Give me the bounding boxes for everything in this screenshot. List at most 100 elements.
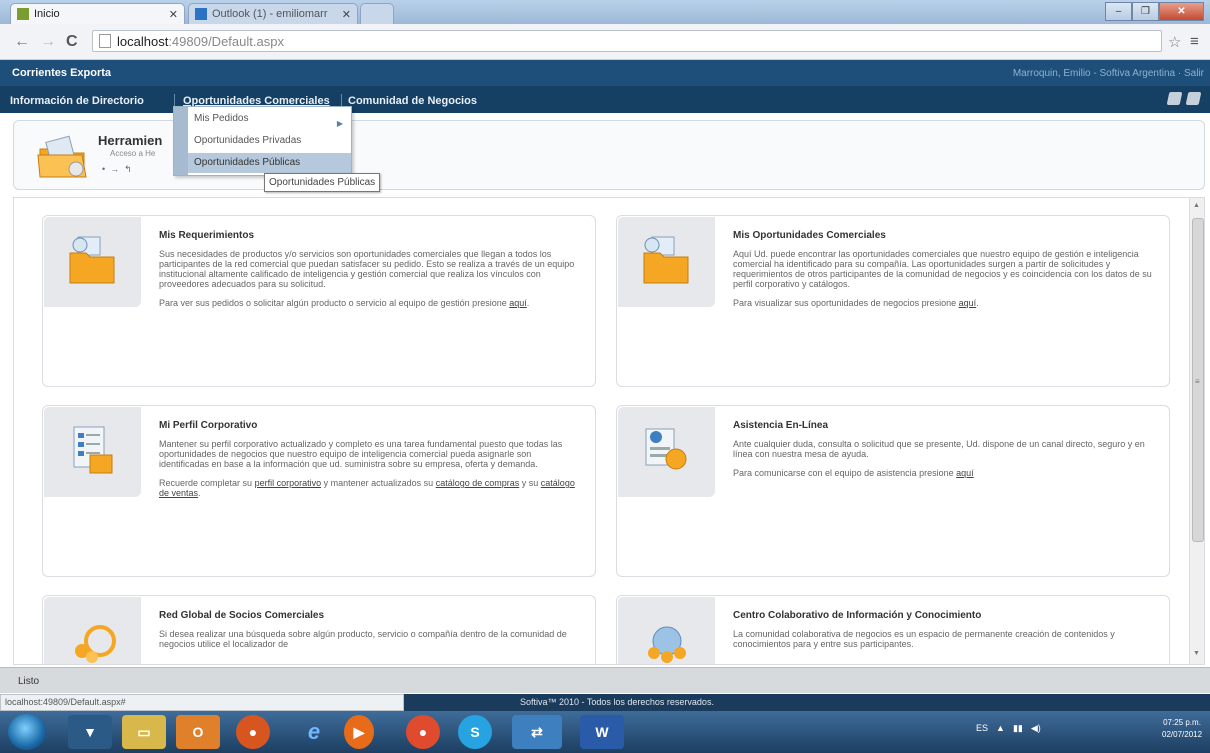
- network-app-icon[interactable]: ⇄: [512, 715, 562, 749]
- card-text: Si desea realizar una búsqueda sobre alg…: [159, 629, 579, 658]
- global-network-icon: [44, 597, 141, 664]
- list-icon[interactable]: [1185, 92, 1202, 105]
- catalogo-compras-link[interactable]: catálogo de compras: [436, 478, 520, 488]
- requirements-icon: [44, 217, 141, 307]
- card-cta-text: y su: [521, 478, 539, 488]
- card-perfil-corporativo[interactable]: Mi Perfil Corporativo Mantener su perfil…: [42, 405, 596, 577]
- address-bar[interactable]: localhost:49809/Default.aspx: [92, 30, 1162, 52]
- scroll-down-icon[interactable]: ▼: [1193, 650, 1200, 657]
- card-cta-text: Para visualizar sus oportunidades de neg…: [733, 298, 957, 308]
- card-paragraph: Aquí Ud. puede encontrar las oportunidad…: [733, 249, 1152, 289]
- window-controls: ‒ ❐ ✕: [1105, 2, 1204, 21]
- minimize-button[interactable]: ‒: [1105, 2, 1132, 21]
- taskbar-clock[interactable]: 07:25 p.m. 02/07/2012: [1162, 717, 1202, 741]
- menu-item-oportunidades-publicas[interactable]: Oportunidades Públicas: [188, 153, 351, 173]
- card-paragraph: Para visualizar sus oportunidades de neg…: [733, 298, 979, 308]
- card-red-global[interactable]: Red Global de Socios Comerciales Si dese…: [42, 595, 596, 664]
- aqui-link[interactable]: aquí: [959, 298, 977, 308]
- card-centro-colaborativo[interactable]: Centro Colaborativo de Información y Con…: [616, 595, 1170, 664]
- card-paragraph: Sus necesidades de productos y/o servici…: [159, 249, 575, 289]
- media-player-icon[interactable]: ▶: [344, 715, 374, 749]
- language-indicator[interactable]: ES: [976, 723, 988, 734]
- menu-item-label: Oportunidades Privadas: [194, 135, 302, 146]
- browser-menu-icon[interactable]: ≡: [1190, 33, 1199, 50]
- menu-tooltip: Oportunidades Públicas: [264, 173, 381, 192]
- card-mis-oportunidades[interactable]: Mis Oportunidades Comerciales Aquí Ud. p…: [616, 215, 1170, 387]
- card-text: Aquí Ud. puede encontrar las oportunidad…: [733, 249, 1153, 317]
- scrollbar-thumb[interactable]: ≡: [1192, 218, 1204, 542]
- card-mis-requerimientos[interactable]: Mis Requerimientos Sus necesidades de pr…: [42, 215, 596, 387]
- reload-icon[interactable]: C: [66, 33, 78, 51]
- nav-directorio[interactable]: Información de Directorio: [10, 95, 144, 107]
- card-title: Mi Perfil Corporativo: [159, 420, 258, 431]
- card-text: Ante cualquier duda, consulta o solicitu…: [733, 439, 1153, 487]
- grip-icon: ≡: [1195, 377, 1200, 386]
- card-paragraph: Para ver sus pedidos o solicitar algún p…: [159, 298, 530, 308]
- clock-date: 02/07/2012: [1162, 730, 1203, 739]
- user-info-link[interactable]: Marroquin, Emilio - Softiva Argentina · …: [1013, 68, 1204, 79]
- back-icon[interactable]: ←: [14, 33, 30, 51]
- tab-close-icon[interactable]: ✕: [169, 8, 178, 21]
- url-host: localhost: [117, 33, 169, 49]
- skype-icon[interactable]: S: [458, 715, 492, 749]
- scroll-up-icon[interactable]: ▲: [1193, 202, 1200, 209]
- tab-close-icon[interactable]: ✕: [342, 8, 351, 21]
- clock-time: 07:25 p.m.: [1163, 718, 1201, 727]
- tools-nav-arrows-icon[interactable]: • → ↰: [102, 164, 132, 175]
- nav-comunidad[interactable]: Comunidad de Negocios: [348, 95, 477, 107]
- volume-icon[interactable]: ◀): [1031, 723, 1041, 734]
- menu-item-oportunidades-privadas[interactable]: Oportunidades Privadas: [194, 131, 349, 151]
- folder-tools-icon: [37, 135, 87, 178]
- perfil-corporativo-link[interactable]: perfil corporativo: [255, 478, 322, 488]
- aqui-link[interactable]: aquí: [509, 298, 527, 308]
- status-bar: Listo: [0, 667, 1210, 693]
- word-icon[interactable]: W: [580, 715, 624, 749]
- tray-arrow-icon[interactable]: ▲: [996, 723, 1005, 734]
- explorer-folder-icon[interactable]: ▭: [122, 715, 166, 749]
- start-button-icon[interactable]: [8, 714, 46, 750]
- grid-icon[interactable]: [1166, 92, 1183, 105]
- card-text: Sus necesidades de productos y/o servici…: [159, 249, 579, 317]
- network-icon[interactable]: ▮▮: [1013, 723, 1023, 734]
- menu-item-label: Oportunidades Públicas: [194, 157, 301, 168]
- browser-tab-outlook[interactable]: Outlook (1) - emiliomarr ✕: [188, 3, 358, 24]
- forward-icon[interactable]: →: [40, 33, 56, 51]
- card-paragraph: Si desea realizar una búsqueda sobre alg…: [159, 629, 567, 649]
- browser-toolbar: ← → C localhost:49809/Default.aspx ☆ ≡: [0, 24, 1210, 60]
- close-window-button[interactable]: ✕: [1159, 2, 1204, 21]
- card-asistencia[interactable]: Asistencia En-Línea Ante cualquier duda,…: [616, 405, 1170, 577]
- collaboration-icon: [618, 597, 715, 664]
- card-title: Mis Oportunidades Comerciales: [733, 230, 886, 241]
- bookmark-star-icon[interactable]: ☆: [1168, 33, 1181, 51]
- tab-label: Outlook (1) - emiliomarr: [211, 8, 328, 20]
- vertical-scrollbar[interactable]: ▲ ≡ ▼: [1189, 198, 1204, 664]
- nav-divider: [174, 94, 175, 106]
- chrome-icon[interactable]: ●: [406, 715, 440, 749]
- browser-titlebar: Inicio ✕ Outlook (1) - emiliomarr ✕ ‒ ❐ …: [0, 0, 1210, 24]
- profile-document-icon: [44, 407, 141, 497]
- card-cta-text: Para ver sus pedidos o solicitar algún p…: [159, 298, 507, 308]
- card-cta-text: Recuerde completar su: [159, 478, 253, 488]
- windows-taskbar: ▼ ▭ O ● e ▶ ● S ⇄ W ES ▲ ▮▮ ◀) 07:25 p.m…: [0, 711, 1210, 753]
- card-text: La comunidad colaborativa de negocios es…: [733, 629, 1153, 658]
- browser-tab-inicio[interactable]: Inicio ✕: [10, 3, 185, 24]
- card-paragraph: Mantener su perfil corporativo actualiza…: [159, 439, 563, 469]
- card-paragraph: Recuerde completar su perfil corporativo…: [159, 478, 575, 498]
- content-area: Mis Requerimientos Sus necesidades de pr…: [13, 197, 1205, 665]
- new-tab-button[interactable]: [360, 3, 394, 24]
- nav-icons: [1166, 92, 1202, 105]
- card-title: Red Global de Socios Comerciales: [159, 610, 325, 621]
- maximize-button[interactable]: ❐: [1132, 2, 1159, 21]
- taskbar-app-icon[interactable]: ▼: [68, 715, 112, 749]
- internet-explorer-icon[interactable]: e: [292, 715, 336, 749]
- card-paragraph: Ante cualquier duda, consulta o solicitu…: [733, 439, 1145, 459]
- aqui-link[interactable]: aquí: [956, 468, 974, 478]
- outlook-app-icon[interactable]: O: [176, 715, 220, 749]
- menu-item-mis-pedidos[interactable]: Mis Pedidos ▶: [194, 109, 349, 129]
- firefox-icon[interactable]: ●: [236, 715, 270, 749]
- tools-title: Herramien: [98, 133, 163, 148]
- card-cta-text: y mantener actualizados su: [323, 478, 434, 488]
- support-icon: [618, 407, 715, 497]
- status-text: Listo: [18, 676, 40, 687]
- card-title: Centro Colaborativo de Información y Con…: [733, 610, 982, 621]
